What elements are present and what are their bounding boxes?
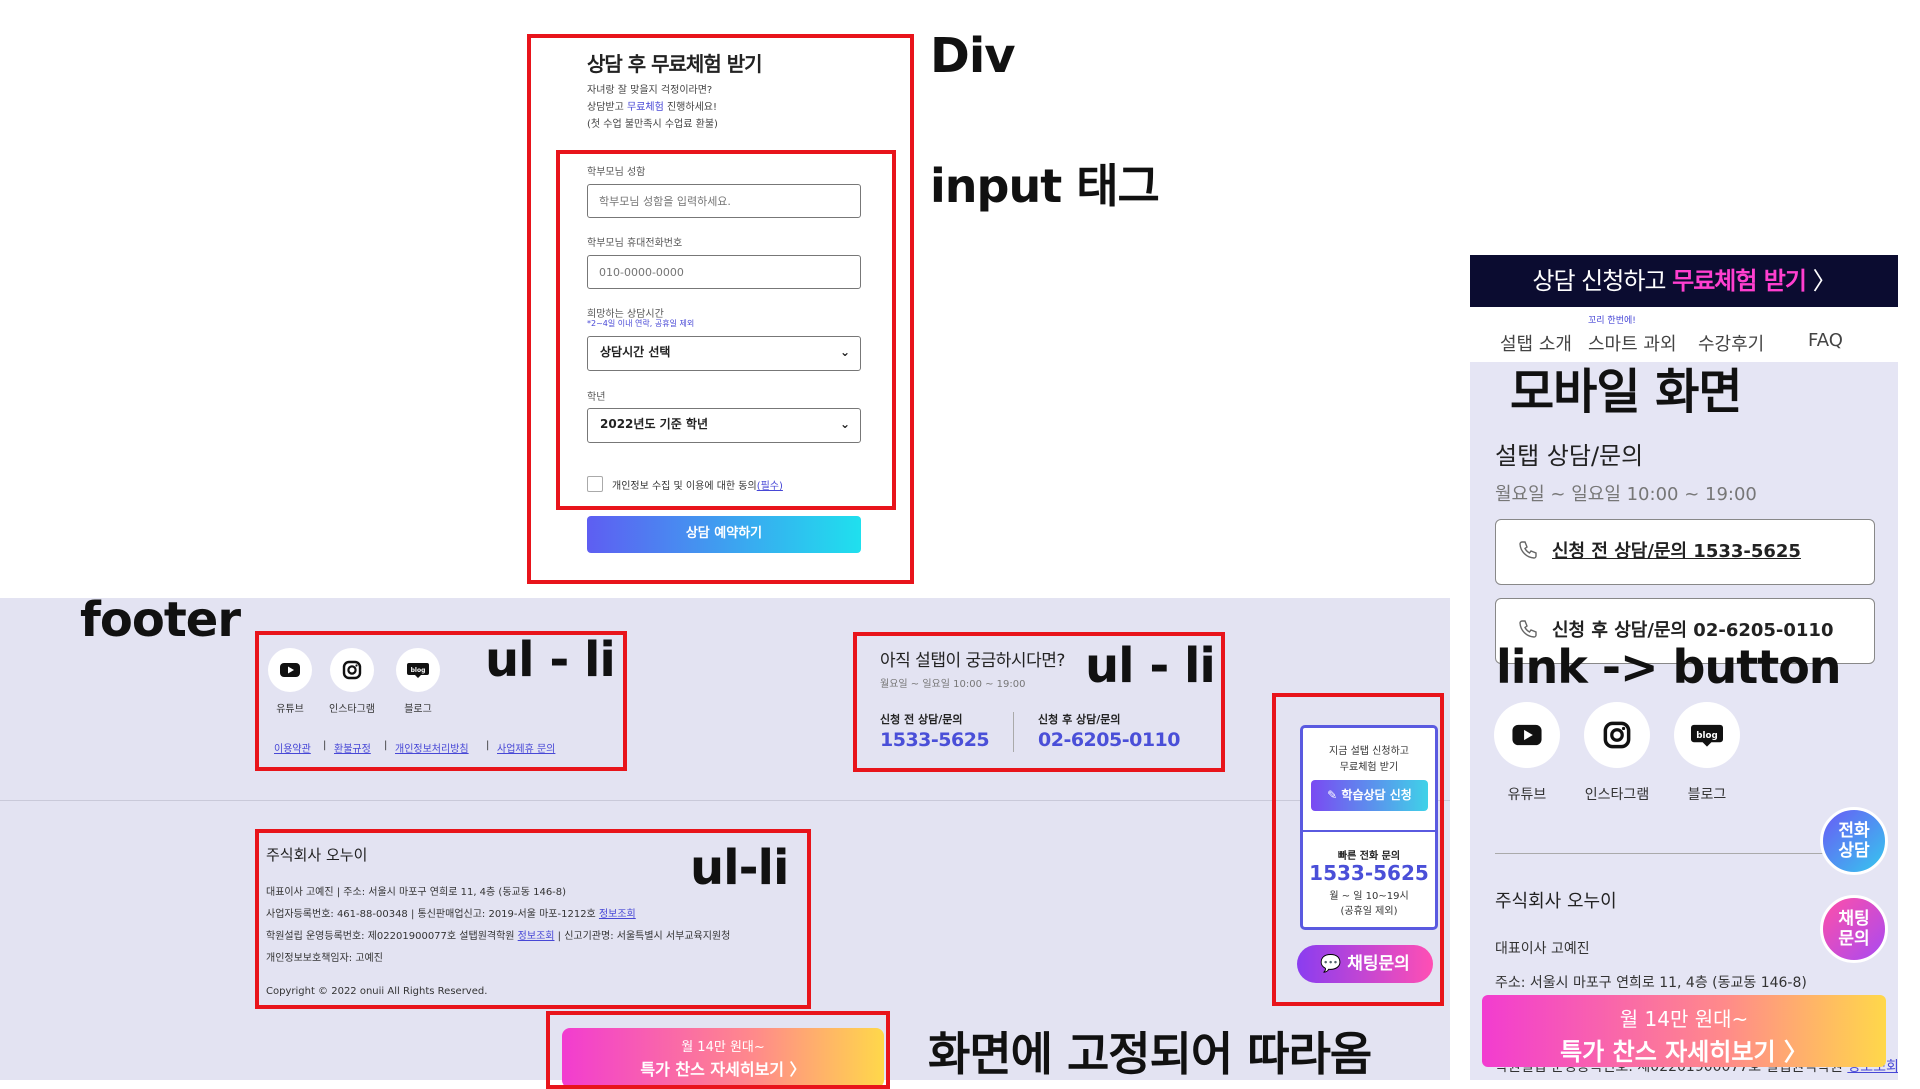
mobile-top-banner[interactable]: 상담 신청하고 무료체험 받기 〉 <box>1470 255 1898 307</box>
mobile-blog-label: 블로그 <box>1687 787 1727 803</box>
mobile-nav-badge: 꼬리 한번에! <box>1588 316 1636 326</box>
footer-divider <box>0 800 1450 801</box>
annotation-mobile-screen: 모바일 화면 <box>1510 364 1743 420</box>
instagram-icon <box>1603 721 1631 749</box>
annotation-ul-li-1: ul - li <box>485 632 616 688</box>
mobile-phone-consult-bubble[interactable]: 전화 상담 <box>1820 807 1888 875</box>
mobile-ceo: 대표이사 고예진 <box>1495 941 1590 957</box>
annotation-ul-li-2: ul - li <box>1085 638 1216 694</box>
mobile-address: 주소: 서울시 마포구 연희로 11, 4층 (동교동 146-8) <box>1495 975 1807 991</box>
mobile-nav-item-faq[interactable]: FAQ <box>1808 330 1843 351</box>
annotation-link-button: link -> button <box>1496 640 1842 694</box>
mobile-instagram-label: 인스타그램 <box>1584 787 1650 803</box>
annotation-fixed-follow: 화면에 고정되어 따라옴 <box>928 1027 1372 1081</box>
promo-annotation-box <box>546 1011 890 1089</box>
mobile-consult-title: 설탭 상담/문의 <box>1495 442 1644 470</box>
mobile-chat-consult-bubble[interactable]: 채팅 문의 <box>1820 895 1888 963</box>
mobile-consult-hours: 월요일 ~ 일요일 10:00 ~ 19:00 <box>1495 484 1757 505</box>
blog-icon: blog <box>1691 724 1723 747</box>
annotation-div: Div <box>930 28 1016 84</box>
input-annotation-box <box>556 150 896 510</box>
phone-icon <box>1519 620 1537 638</box>
annotation-ul-li-3: ul-li <box>690 840 789 896</box>
mobile-before-consult-button[interactable]: 신청 전 상담/문의 1533-5625 <box>1495 519 1875 585</box>
mobile-youtube-link[interactable] <box>1494 702 1560 768</box>
mobile-company-name: 주식회사 오누이 <box>1495 891 1617 912</box>
phone-icon <box>1519 541 1537 559</box>
annotation-input-tag: input 태그 <box>930 159 1160 213</box>
mobile-instagram-link[interactable] <box>1584 702 1650 768</box>
side-widget-annotation-box <box>1272 693 1444 1006</box>
youtube-icon <box>1512 724 1542 746</box>
mobile-youtube-label: 유튜브 <box>1507 787 1547 803</box>
mobile-promo-banner-button[interactable]: 월 14만 원대~ 특가 찬스 자세히보기 〉 <box>1482 995 1886 1067</box>
mobile-promo-line-1: 월 14만 원대~ <box>1619 1007 1749 1031</box>
svg-text:blog: blog <box>1696 731 1717 741</box>
mobile-promo-line-2: 특가 찬스 자세히보기 〉 <box>1560 1038 1808 1066</box>
mobile-blog-link[interactable]: blog <box>1674 702 1740 768</box>
mobile-divider <box>1495 853 1850 854</box>
annotation-footer: footer <box>80 592 241 648</box>
